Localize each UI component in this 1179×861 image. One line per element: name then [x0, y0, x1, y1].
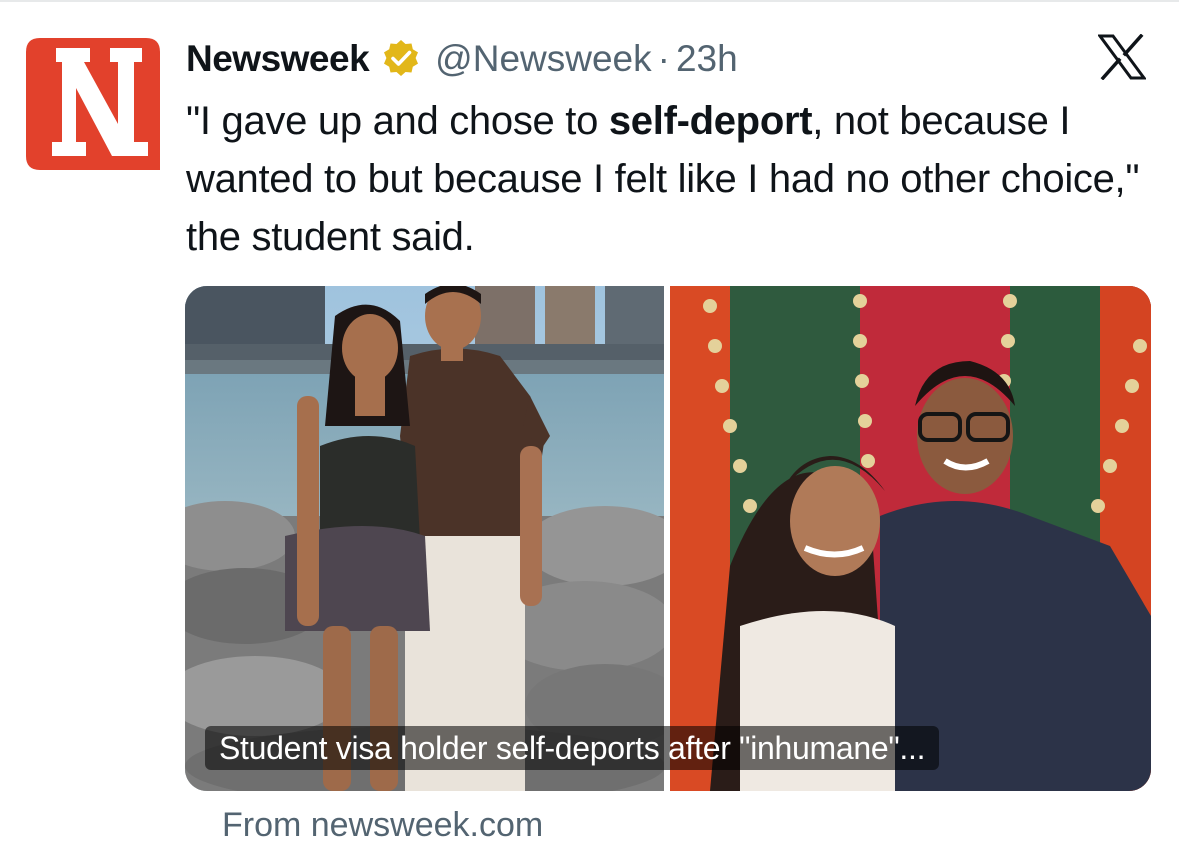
couple-at-celebration-photo — [670, 286, 1151, 791]
top-divider — [0, 0, 1179, 2]
tweet-text-start: "I gave up and chose to — [186, 99, 609, 143]
author-name[interactable]: Newsweek — [186, 38, 370, 80]
tweet-header: Newsweek @Newsweek · 23h — [186, 34, 738, 84]
author-handle[interactable]: @Newsweek — [435, 38, 651, 80]
tweet-text: "I gave up and chose to self-deport, not… — [186, 92, 1156, 266]
couple-by-river-photo — [185, 286, 664, 791]
separator-dot: · — [657, 38, 670, 79]
verified-badge-icon — [384, 40, 419, 76]
card-headline: Student visa holder self-deports after "… — [205, 726, 940, 770]
card-source-link[interactable]: From newsweek.com — [222, 806, 543, 845]
post-time[interactable]: 23h — [676, 38, 738, 80]
link-card-media[interactable]: Student visa holder self-deports after "… — [185, 286, 1151, 791]
x-logo-icon[interactable] — [1098, 34, 1146, 80]
newsweek-logo-avatar[interactable] — [26, 38, 160, 170]
tweet-text-bold: self-deport — [608, 99, 813, 143]
